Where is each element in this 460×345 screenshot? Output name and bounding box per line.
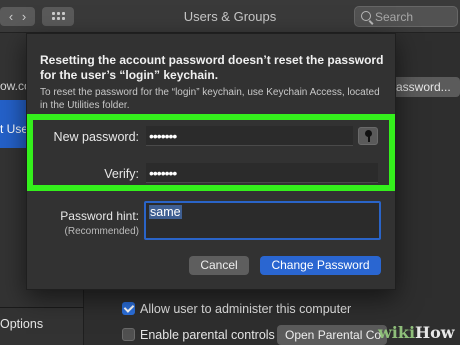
- change-password-button[interactable]: Change Password: [260, 256, 381, 275]
- watermark-how: How: [415, 323, 455, 342]
- password-hint-label-text: Password hint:: [60, 209, 139, 223]
- login-options-button[interactable]: Options: [0, 309, 84, 339]
- parental-controls-checkbox[interactable]: [122, 328, 135, 341]
- reset-password-sheet: Resetting the account password doesn’t r…: [26, 33, 396, 290]
- cancel-button[interactable]: Cancel: [189, 256, 249, 275]
- wikihow-watermark: wikiHow: [378, 323, 455, 342]
- sidebar-selected-user-label: t Use: [0, 122, 29, 136]
- search-icon: [361, 11, 371, 21]
- reset-password-button[interactable]: assword...: [392, 77, 460, 97]
- highlight-box: [27, 114, 395, 191]
- sheet-note: To reset the password for the “login” ke…: [40, 87, 380, 111]
- sheet-heading: Resetting the account password doesn’t r…: [40, 53, 384, 82]
- password-hint-sublabel: (Recommended): [64, 226, 139, 237]
- login-options-label: Options: [0, 317, 44, 331]
- password-hint-label: Password hint: (Recommended): [47, 208, 139, 240]
- allow-admin-row[interactable]: Allow user to administer this computer: [122, 302, 351, 316]
- search-field[interactable]: Search: [354, 6, 458, 27]
- sidebar-divider: [0, 307, 84, 308]
- allow-admin-label: Allow user to administer this computer: [140, 302, 352, 316]
- title-bar: ‹ › Users & Groups Search: [0, 0, 460, 33]
- parental-controls-label: Enable parental controls: [140, 328, 275, 342]
- password-hint-value: same: [149, 205, 182, 219]
- search-placeholder: Search: [375, 10, 414, 24]
- parental-controls-row[interactable]: Enable parental controls: [122, 328, 275, 342]
- watermark-wiki: wiki: [378, 323, 416, 342]
- open-parental-controls-button[interactable]: Open Parental Co: [277, 325, 387, 345]
- password-hint-field[interactable]: same: [144, 201, 381, 240]
- allow-admin-checkbox[interactable]: [122, 302, 135, 315]
